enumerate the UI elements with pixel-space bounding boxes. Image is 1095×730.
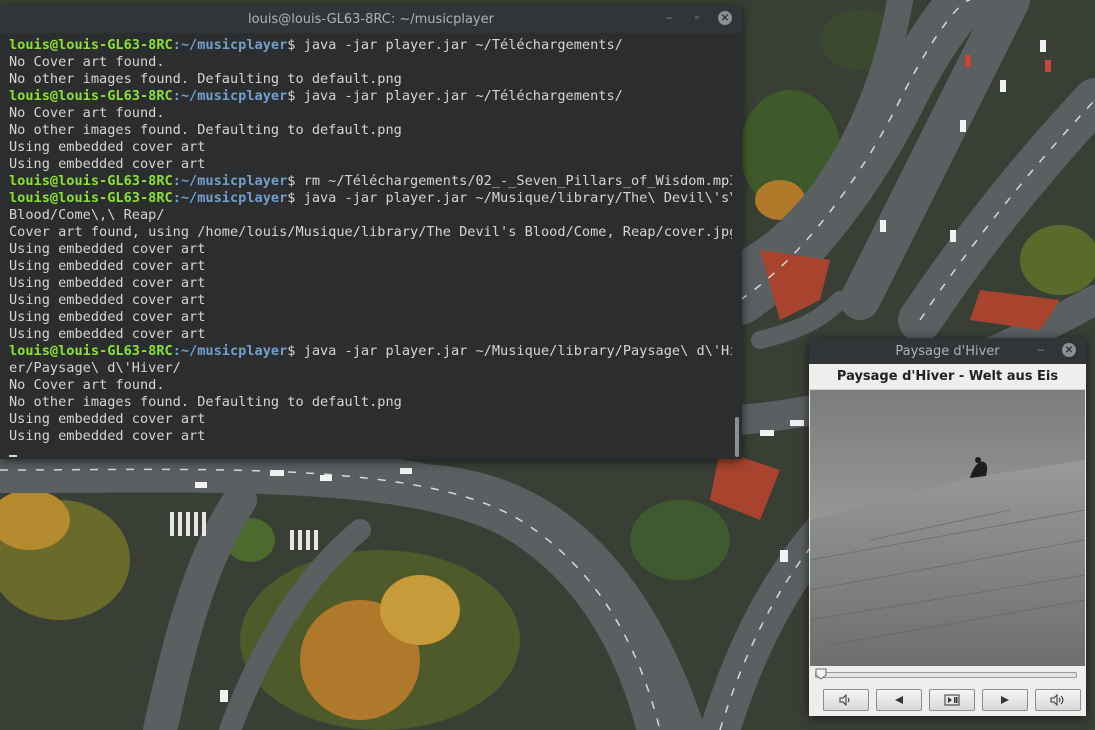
prompt-user: louis@louis-GL63-8RC bbox=[9, 190, 173, 206]
command-text: $ java -jar player.jar ~/Musique/library… bbox=[287, 190, 732, 206]
terminal-line: er/Paysage\ d\'Hiver/ bbox=[9, 360, 732, 377]
prompt-user: louis@louis-GL63-8RC bbox=[9, 343, 173, 359]
terminal-line: Using embedded cover art bbox=[9, 275, 732, 292]
output-text: No other images found. Defaulting to def… bbox=[9, 71, 402, 87]
output-text: Using embedded cover art bbox=[9, 139, 206, 155]
output-text: No Cover art found. bbox=[9, 54, 165, 70]
terminal-line: No Cover art found. bbox=[9, 105, 732, 122]
minimize-icon[interactable]: – bbox=[1034, 343, 1048, 357]
maximize-icon[interactable]: ▫ bbox=[690, 11, 704, 25]
terminal-line: No other images found. Defaulting to def… bbox=[9, 394, 732, 411]
speaker-high-icon bbox=[1050, 694, 1064, 706]
terminal-line: louis@louis-GL63-8RC:~/musicplayer$ java… bbox=[9, 343, 732, 360]
output-text: Using embedded cover art bbox=[9, 411, 206, 427]
prompt-path: :~/musicplayer bbox=[172, 343, 288, 359]
album-cover-art bbox=[810, 390, 1085, 666]
command-text: $ rm ~/Téléchargements/02_-_Seven_Pillar… bbox=[287, 173, 732, 189]
minimize-icon[interactable]: – bbox=[662, 11, 676, 25]
prompt-user: louis@louis-GL63-8RC bbox=[9, 88, 173, 104]
terminal-titlebar[interactable]: louis@louis-GL63-8RC: ~/musicplayer – ▫ … bbox=[0, 6, 742, 33]
output-text: Using embedded cover art bbox=[9, 309, 206, 325]
output-text: Using embedded cover art bbox=[9, 241, 206, 257]
close-icon[interactable]: ✕ bbox=[718, 11, 732, 25]
output-text: Blood/Come\,\ Reap/ bbox=[9, 207, 165, 223]
terminal-line: No other images found. Defaulting to def… bbox=[9, 122, 732, 139]
prompt-path: :~/musicplayer bbox=[172, 88, 288, 104]
volume-down-button[interactable] bbox=[823, 689, 869, 711]
terminal-line: No Cover art found. bbox=[9, 377, 732, 394]
terminal-line: Using embedded cover art bbox=[9, 139, 732, 156]
player-titlebar[interactable]: Paysage d'Hiver – ✕ bbox=[809, 338, 1086, 364]
speaker-low-icon bbox=[839, 694, 850, 706]
cover-art-image bbox=[810, 390, 1085, 666]
previous-icon bbox=[895, 696, 903, 704]
next-icon bbox=[1001, 696, 1009, 704]
terminal-title: louis@louis-GL63-8RC: ~/musicplayer bbox=[248, 12, 494, 27]
player-title: Paysage d'Hiver bbox=[895, 343, 1000, 359]
terminal-line: Blood/Come\,\ Reap/ bbox=[9, 207, 732, 224]
command-text: $ java -jar player.jar ~/Téléchargements… bbox=[287, 88, 623, 104]
output-text: Using embedded cover art bbox=[9, 292, 206, 308]
output-text: er/Paysage\ d\'Hiver/ bbox=[9, 360, 181, 376]
previous-button[interactable] bbox=[876, 689, 922, 711]
music-player-window[interactable]: Paysage d'Hiver – ✕ Paysage d'Hiver - We… bbox=[809, 338, 1086, 716]
now-playing-label: Paysage d'Hiver - Welt aus Eis bbox=[809, 364, 1086, 390]
output-text: Using embedded cover art bbox=[9, 428, 206, 444]
terminal-line bbox=[9, 445, 732, 459]
terminal-line: No other images found. Defaulting to def… bbox=[9, 71, 732, 88]
prompt-path: :~/musicplayer bbox=[172, 173, 288, 189]
seek-thumb[interactable] bbox=[815, 668, 827, 680]
terminal-line: Using embedded cover art bbox=[9, 428, 732, 445]
command-text: $ java -jar player.jar ~/Téléchargements… bbox=[287, 37, 623, 53]
output-text: No Cover art found. bbox=[9, 377, 165, 393]
prompt-path: :~/musicplayer bbox=[172, 37, 288, 53]
prompt-path: :~/musicplayer bbox=[172, 190, 288, 206]
terminal-line: Using embedded cover art bbox=[9, 156, 732, 173]
terminal-line: Using embedded cover art bbox=[9, 292, 732, 309]
output-text: Using embedded cover art bbox=[9, 258, 206, 274]
terminal-line: Using embedded cover art bbox=[9, 309, 732, 326]
output-text: No Cover art found. bbox=[9, 105, 165, 121]
output-text: Cover art found, using /home/louis/Musiq… bbox=[9, 224, 732, 240]
output-text: No other images found. Defaulting to def… bbox=[9, 394, 402, 410]
terminal-line: louis@louis-GL63-8RC:~/musicplayer$ java… bbox=[9, 37, 732, 54]
command-text: $ java -jar player.jar ~/Musique/library… bbox=[287, 343, 732, 359]
terminal-window[interactable]: louis@louis-GL63-8RC: ~/musicplayer – ▫ … bbox=[0, 6, 742, 459]
close-icon[interactable]: ✕ bbox=[1062, 343, 1076, 357]
seek-track[interactable] bbox=[815, 672, 1077, 678]
terminal-line: Using embedded cover art bbox=[9, 258, 732, 275]
output-text: Using embedded cover art bbox=[9, 275, 206, 291]
play-pause-button[interactable] bbox=[929, 689, 975, 711]
next-button[interactable] bbox=[982, 689, 1028, 711]
terminal-line: Using embedded cover art bbox=[9, 326, 732, 343]
playback-controls bbox=[823, 689, 1081, 711]
output-text: No other images found. Defaulting to def… bbox=[9, 122, 402, 138]
output-text: Using embedded cover art bbox=[9, 326, 206, 342]
terminal-line: louis@louis-GL63-8RC:~/musicplayer$ java… bbox=[9, 190, 732, 207]
terminal-line: Cover art found, using /home/louis/Musiq… bbox=[9, 224, 732, 241]
prompt-user: louis@louis-GL63-8RC bbox=[9, 173, 173, 189]
prompt-user: louis@louis-GL63-8RC bbox=[9, 37, 173, 53]
terminal-line: Using embedded cover art bbox=[9, 411, 732, 428]
terminal-output[interactable]: louis@louis-GL63-8RC:~/musicplayer$ java… bbox=[0, 33, 732, 459]
terminal-cursor bbox=[9, 455, 17, 457]
output-text: Using embedded cover art bbox=[9, 156, 206, 172]
terminal-scrollbar[interactable] bbox=[735, 417, 739, 457]
terminal-line: louis@louis-GL63-8RC:~/musicplayer$ java… bbox=[9, 88, 732, 105]
terminal-line: Using embedded cover art bbox=[9, 241, 732, 258]
play-pause-icon bbox=[944, 694, 960, 706]
seek-slider[interactable] bbox=[815, 668, 1077, 682]
terminal-line: louis@louis-GL63-8RC:~/musicplayer$ rm ~… bbox=[9, 173, 732, 190]
terminal-line: No Cover art found. bbox=[9, 54, 732, 71]
volume-up-button[interactable] bbox=[1035, 689, 1081, 711]
